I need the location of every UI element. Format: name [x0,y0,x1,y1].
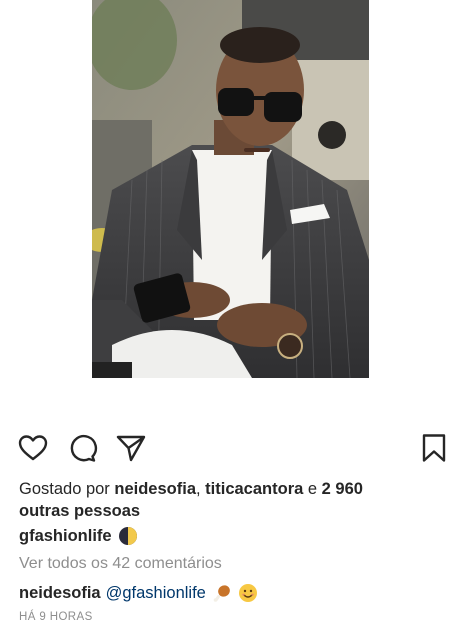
heart-icon[interactable] [17,432,49,464]
likes-others[interactable]: outras pessoas [19,502,140,520]
poultry-leg-emoji [212,583,232,603]
paper-plane-icon[interactable] [115,432,147,464]
likes-prefix: Gostado por [19,480,115,498]
smiling-face-emoji [238,583,258,603]
caption-username[interactable]: gfashionlife [19,524,112,548]
likes-summary: Gostado por neidesofia, titicacantora e … [19,478,439,522]
comment-bubble-icon[interactable] [66,432,98,464]
post-caption: gfashionlife [19,524,138,548]
comment-username[interactable]: neidesofia [19,581,101,605]
likes-conjunction: e [303,480,322,498]
bookmark-icon[interactable] [418,432,450,464]
post-actions-bar [0,432,461,464]
comment-mention[interactable]: @gfashionlife [106,581,206,605]
post-photo[interactable] [92,0,369,378]
view-all-comments-link[interactable]: Ver todos os 42 comentários [19,553,222,575]
comment-row: neidesofia @gfashionlife [19,581,258,605]
likes-count[interactable]: 2 960 [322,480,363,498]
post-timestamp: HÁ 9 HORAS [19,611,93,623]
liker-username-2[interactable]: titicacantora [205,480,303,498]
likes-separator: , [196,480,206,498]
first-quarter-moon-emoji [118,526,138,546]
post-photo-image [92,0,369,378]
liker-username-1[interactable]: neidesofia [114,480,196,498]
